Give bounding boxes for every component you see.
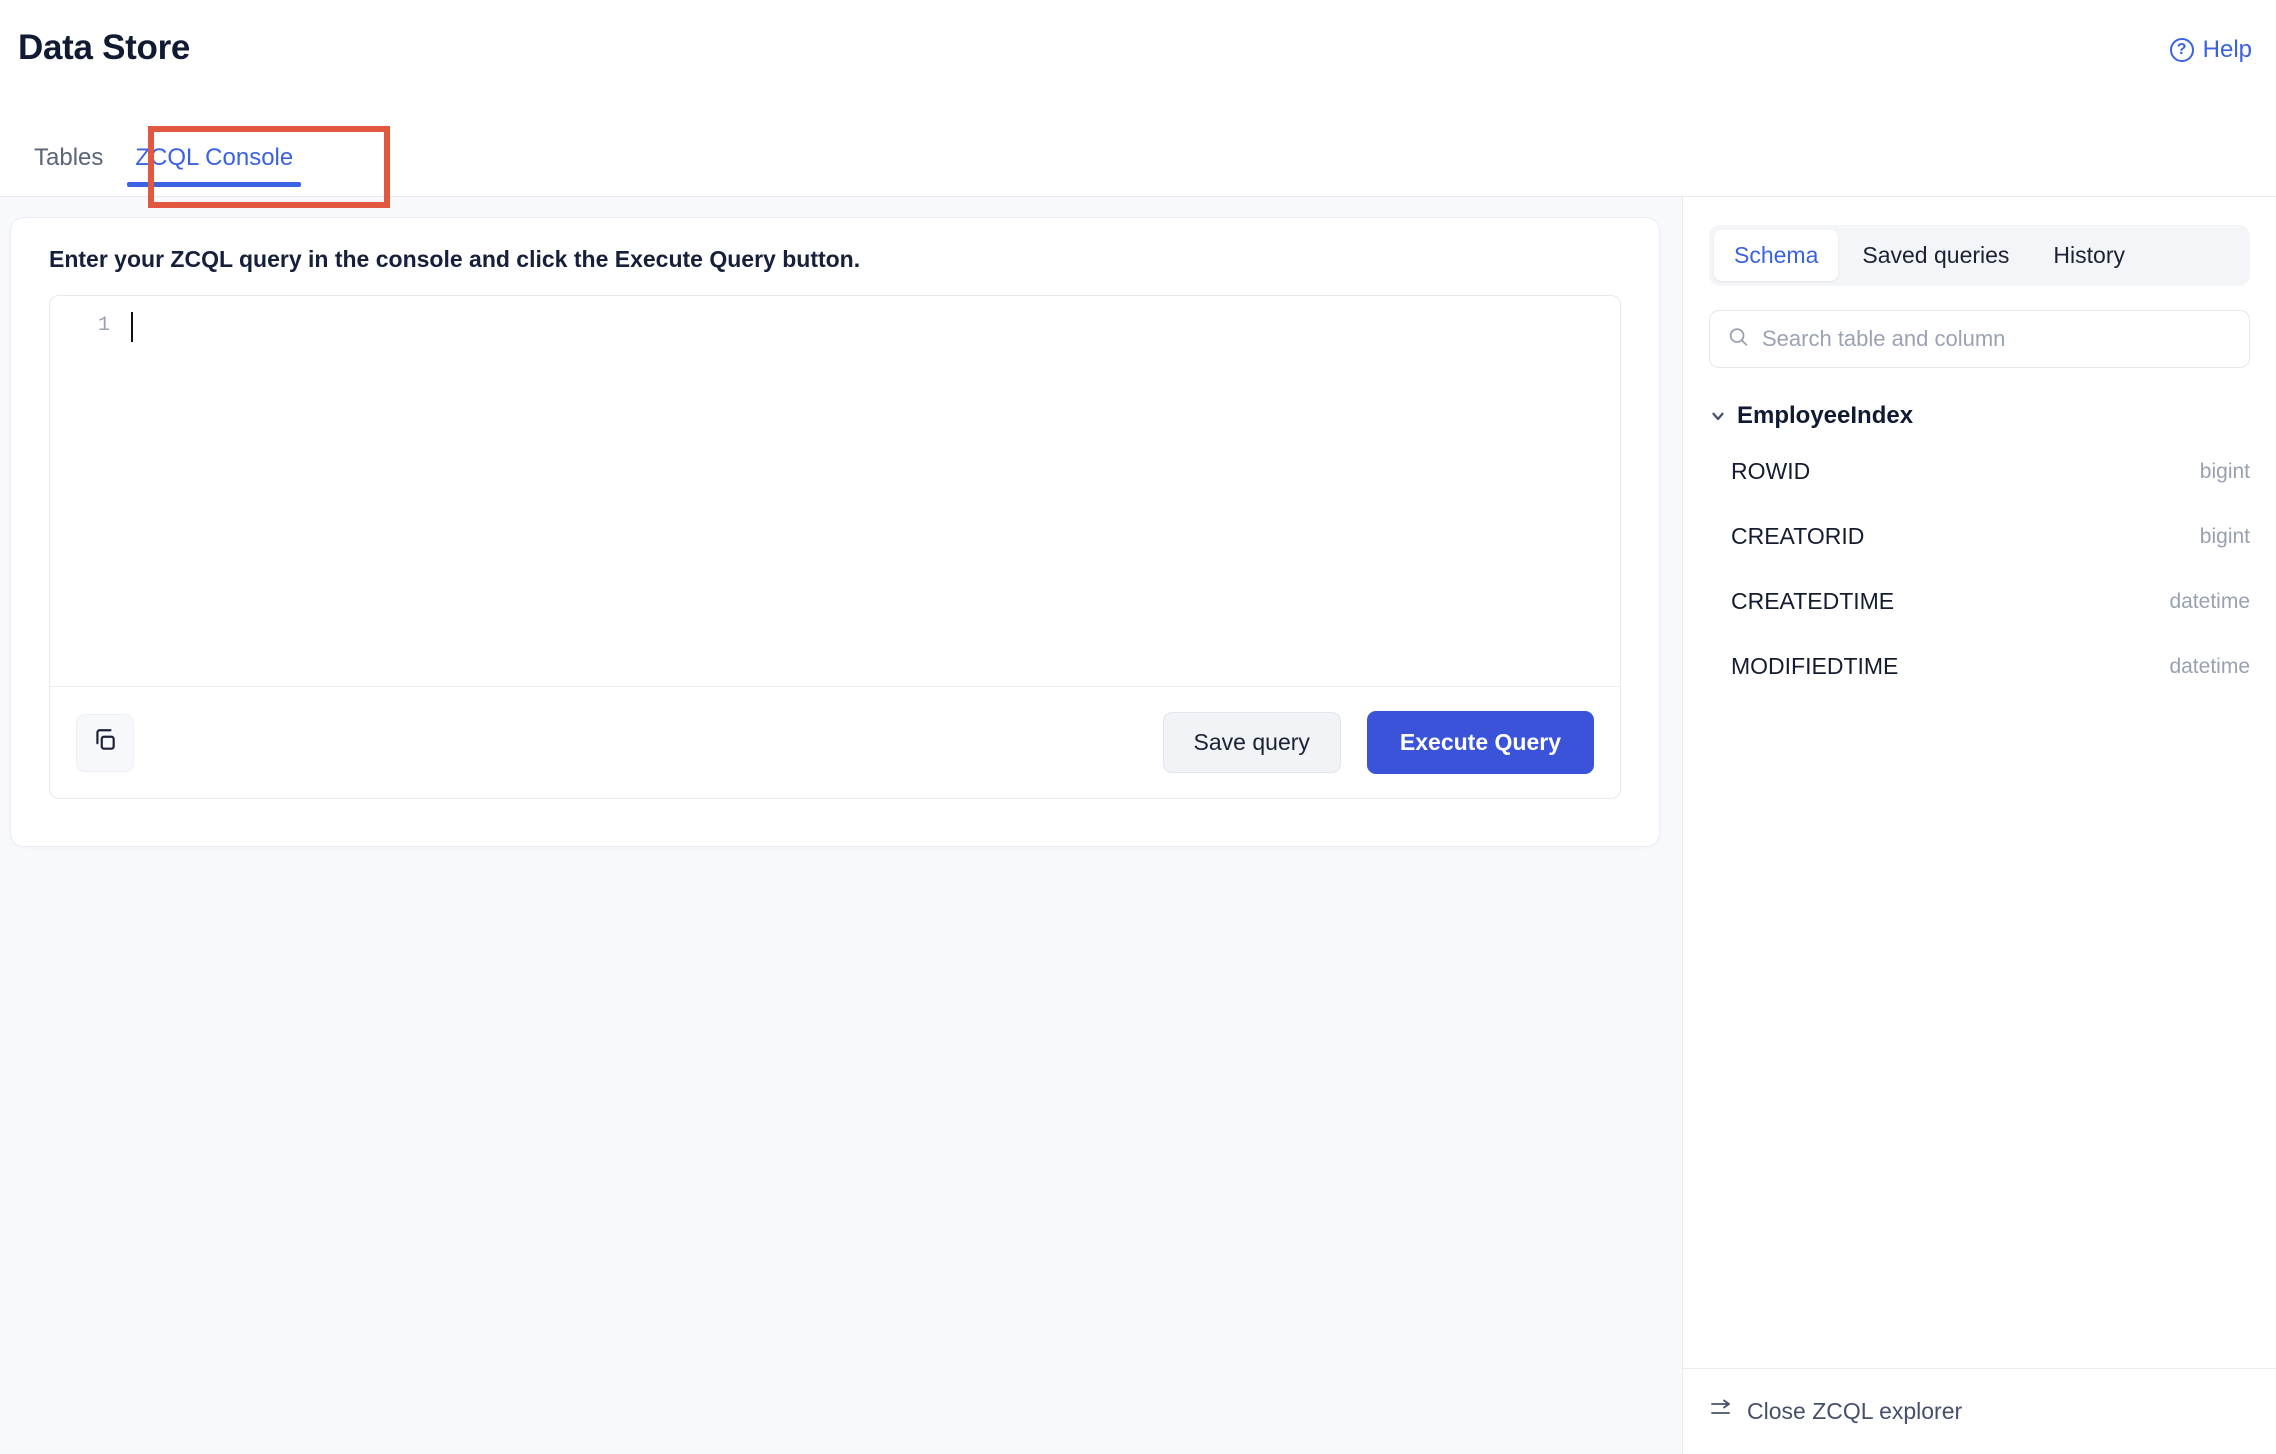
console-hint: Enter your ZCQL query in the console and… xyxy=(49,246,861,272)
column-name: CREATORID xyxy=(1731,523,1865,549)
tab-history[interactable]: History xyxy=(2033,230,2145,281)
copy-query-button[interactable] xyxy=(76,713,134,772)
zcql-explorer-panel: Schema Saved queries History Search tabl… xyxy=(1682,197,2276,1454)
explorer-footer: Close ZCQL explorer xyxy=(1683,1368,2276,1454)
page-title: Data Store xyxy=(18,28,191,67)
tab-bar: Tables ZCQL Console xyxy=(0,106,309,196)
help-link[interactable]: ? Help xyxy=(2169,36,2252,64)
copy-icon xyxy=(92,727,118,758)
line-number: 1 xyxy=(97,314,110,337)
console-card: Enter your ZCQL query in the console and… xyxy=(10,217,1660,847)
execute-query-button[interactable]: Execute Query xyxy=(1366,711,1594,774)
schema-table-label: EmployeeIndex xyxy=(1737,402,1914,429)
tab-saved-queries[interactable]: Saved queries xyxy=(1842,230,2029,281)
search-container xyxy=(1709,310,2250,368)
column-type: bigint xyxy=(2199,459,2250,483)
close-explorer-label: Close ZCQL explorer xyxy=(1747,1398,1963,1424)
column-type: datetime xyxy=(2169,654,2250,678)
tab-zcql-console-label: ZCQL Console xyxy=(135,144,294,171)
column-name: CREATEDTIME xyxy=(1731,588,1895,614)
editor-actions: Save query Execute Query xyxy=(1162,711,1594,774)
schema-column-row[interactable]: ROWID bigint xyxy=(1709,444,2250,499)
schema-column-row[interactable]: MODIFIEDTIME datetime xyxy=(1709,639,2250,694)
chevron-down-icon xyxy=(1709,407,1727,425)
collapse-panel-icon xyxy=(1709,1398,1733,1425)
query-editor-area[interactable]: 1 xyxy=(50,296,1620,686)
tab-zcql-console[interactable]: ZCQL Console xyxy=(119,144,309,196)
workspace: Enter your ZCQL query in the console and… xyxy=(0,197,2276,1454)
schema-column-row[interactable]: CREATEDTIME datetime xyxy=(1709,574,2250,629)
tab-schema-label: Schema xyxy=(1734,242,1819,268)
text-caret xyxy=(131,312,133,342)
query-editor[interactable]: 1 Save query Execute Query xyxy=(49,295,1621,799)
tab-history-label: History xyxy=(2053,242,2125,268)
page-header: Data Store ? Help Tables ZCQL Console xyxy=(0,0,2276,197)
tab-saved-queries-label: Saved queries xyxy=(1862,242,2010,268)
editor-toolbar: Save query Execute Query xyxy=(50,686,1620,798)
console-pane: Enter your ZCQL query in the console and… xyxy=(0,197,1682,1454)
editor-gutter: 1 xyxy=(50,310,128,686)
column-name: ROWID xyxy=(1731,458,1811,484)
tab-tables[interactable]: Tables xyxy=(18,144,119,196)
save-query-button[interactable]: Save query xyxy=(1162,712,1341,773)
explorer-tab-group: Schema Saved queries History xyxy=(1709,225,2250,286)
search-input[interactable] xyxy=(1709,310,2250,368)
query-input[interactable] xyxy=(128,310,1620,686)
explorer-body: Schema Saved queries History Search tabl… xyxy=(1683,197,2276,1368)
schema-column-row[interactable]: CREATORID bigint xyxy=(1709,509,2250,564)
column-name: MODIFIEDTIME xyxy=(1731,653,1899,679)
schema-tree: EmployeeIndex ROWID bigint CREATORID big… xyxy=(1709,398,2250,694)
tab-tables-label: Tables xyxy=(34,144,104,171)
column-type: datetime xyxy=(2169,589,2250,613)
close-explorer-button[interactable]: Close ZCQL explorer xyxy=(1709,1398,1962,1425)
column-type: bigint xyxy=(2199,524,2250,548)
tab-schema[interactable]: Schema xyxy=(1714,230,1839,281)
help-label: Help xyxy=(2202,36,2252,63)
schema-table-employeeindex[interactable]: EmployeeIndex xyxy=(1709,398,2250,434)
question-circle-icon: ? xyxy=(2169,38,2194,62)
